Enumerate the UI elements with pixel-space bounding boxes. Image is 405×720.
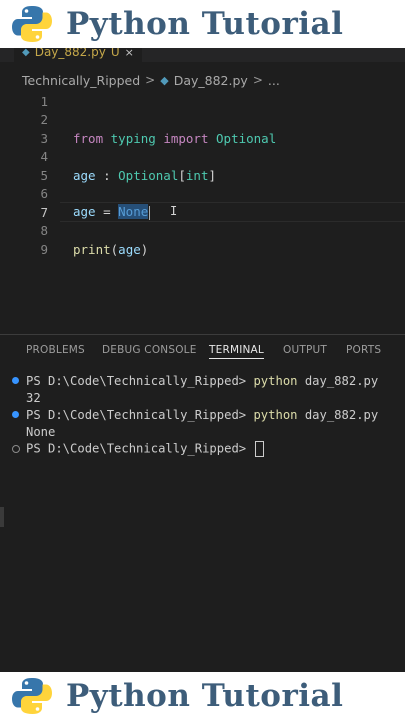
line-number: 1: [40, 93, 48, 109]
tab-terminal[interactable]: TERMINAL: [209, 344, 264, 359]
imported-name: Optional: [216, 130, 277, 146]
argument-age: age: [118, 241, 141, 257]
keyword-from: from: [73, 130, 104, 146]
tab-ports[interactable]: PORTS: [346, 344, 381, 356]
mouse-ibeam-icon: I: [170, 204, 178, 218]
breadcrumb-separator: >: [252, 73, 263, 87]
line-number: 6: [40, 186, 48, 201]
variable-age: age: [73, 167, 96, 183]
editor-tab-bar: ◆ Day_882.py U ×: [0, 48, 405, 62]
terminal-cursor: [255, 440, 265, 457]
terminal-prompt: PS D:\Code\Technically_Ripped>: [26, 407, 254, 422]
python-file-icon: ◆: [22, 48, 30, 58]
breadcrumb: Technically_Ripped > ◆ Day_882.py > ...: [22, 70, 280, 90]
tab-day-882[interactable]: ◆ Day_882.py U ×: [14, 48, 142, 62]
tab-modified-marker: U: [110, 48, 120, 59]
code-line: 4: [0, 148, 405, 166]
tab-problems[interactable]: PROBLEMS: [26, 344, 85, 356]
code-text: age : Optional[int]: [73, 168, 216, 183]
variable-age: age: [73, 204, 96, 220]
type-optional: Optional: [118, 167, 179, 183]
terminal-line: PS D:\Code\Technically_Ripped>: [0, 440, 405, 457]
line-number: 5: [40, 167, 48, 183]
code-editor[interactable]: 1 2 3 from typing import Optional 4 5 ag…: [0, 92, 405, 332]
colon: :: [95, 167, 119, 183]
banner-title: Python Tutorial: [66, 678, 344, 714]
line-number: 3: [40, 130, 48, 146]
command-success-icon: [12, 411, 19, 418]
code-line: 9 print(age): [0, 240, 405, 258]
code-line: 2: [0, 111, 405, 129]
paren-close: ): [140, 241, 149, 257]
pending-command-icon: [12, 444, 20, 453]
module-name: typing: [110, 130, 156, 146]
code-line: 8: [0, 222, 405, 240]
terminal-output: 32: [26, 390, 41, 405]
terminal-prompt: PS D:\Code\Technically_Ripped>: [26, 441, 254, 455]
line-number: 7: [40, 204, 48, 220]
function-print: print: [73, 241, 111, 257]
code-line: 3 from typing import Optional: [0, 129, 405, 147]
terminal-text: PS D:\Code\Technically_Ripped>: [26, 440, 265, 457]
code-line-current: 7 age = None I: [0, 202, 405, 222]
panel-tabs: PROBLEMS DEBUG CONSOLE TERMINAL OUTPUT P…: [0, 342, 405, 362]
panel-divider[interactable]: [0, 334, 405, 335]
terminal-line: None: [0, 423, 405, 440]
line-number: 2: [40, 112, 48, 127]
terminal-argument: day_882.py: [297, 373, 379, 388]
terminal-line: 32: [0, 389, 405, 406]
breadcrumb-separator: >: [145, 73, 156, 87]
tab-debug-console[interactable]: DEBUG CONSOLE: [102, 344, 197, 356]
line-number: 8: [40, 223, 48, 238]
selected-none: None: [118, 204, 149, 220]
terminal-prompt: PS D:\Code\Technically_Ripped>: [26, 373, 254, 388]
python-file-icon: ◆: [160, 73, 169, 87]
terminal-argument: day_882.py: [297, 407, 379, 422]
python-logo-icon: [12, 678, 52, 714]
breadcrumb-file[interactable]: Day_882.py: [174, 73, 248, 88]
keyword-import: import: [163, 130, 209, 146]
bracket-open: [: [178, 167, 186, 183]
code-text: print(age): [73, 242, 148, 257]
close-icon[interactable]: ×: [125, 48, 134, 59]
terminal-text: PS D:\Code\Technically_Ripped> python da…: [26, 374, 378, 388]
terminal-text: PS D:\Code\Technically_Ripped> python da…: [26, 408, 378, 422]
code-line: 6: [0, 185, 405, 203]
terminal-line: PS D:\Code\Technically_Ripped> python da…: [0, 372, 405, 389]
terminal-command: python: [253, 373, 298, 388]
terminal-output: None: [26, 424, 56, 439]
type-int: int: [185, 167, 209, 183]
terminal-line: PS D:\Code\Technically_Ripped> python da…: [0, 406, 405, 423]
scrollbar[interactable]: [0, 507, 4, 527]
text-cursor: [149, 205, 151, 220]
top-banner: Python Tutorial: [0, 0, 405, 48]
bracket-close: ]: [208, 167, 217, 183]
equals: =: [95, 204, 119, 220]
bottom-banner: Python Tutorial: [0, 672, 405, 720]
python-logo-icon: [12, 6, 52, 42]
code-line: 1: [0, 92, 405, 110]
tab-filename: Day_882.py: [34, 48, 106, 59]
tab-output[interactable]: OUTPUT: [283, 344, 327, 356]
command-success-icon: [12, 377, 19, 384]
code-text: from typing import Optional: [73, 131, 276, 146]
breadcrumb-ellipsis[interactable]: ...: [268, 73, 280, 88]
breadcrumb-folder[interactable]: Technically_Ripped: [22, 73, 140, 88]
line-number: 9: [40, 241, 48, 257]
code-line: 5 age : Optional[int]: [0, 166, 405, 184]
banner-title: Python Tutorial: [66, 6, 344, 42]
line-number: 4: [40, 149, 48, 164]
code-text: age = None: [73, 204, 151, 220]
terminal-command: python: [253, 407, 298, 422]
